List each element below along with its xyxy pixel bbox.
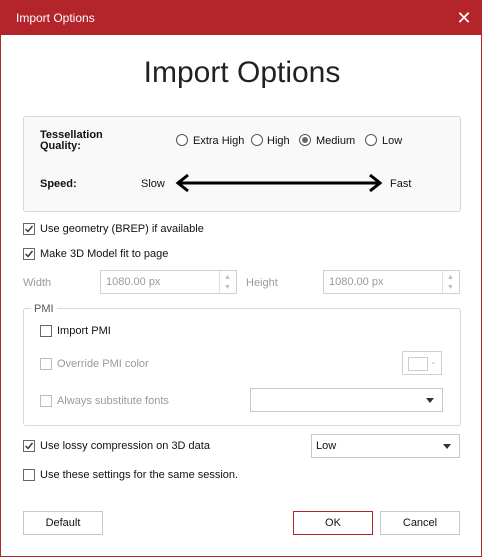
substitute-fonts-checkbox[interactable] xyxy=(40,395,52,407)
use-brep-checkbox[interactable] xyxy=(23,223,35,235)
substitute-fonts-label[interactable]: Always substitute fonts xyxy=(57,395,169,407)
radio-extra-high-label[interactable]: Extra High xyxy=(193,135,244,147)
radio-low[interactable] xyxy=(365,134,377,146)
override-pmi-label[interactable]: Override PMI color xyxy=(57,358,149,370)
radio-high[interactable] xyxy=(251,134,263,146)
width-input[interactable]: 1080.00 px ▲ ▼ xyxy=(100,270,237,294)
width-label: Width xyxy=(23,277,52,289)
height-stepper[interactable]: ▲ ▼ xyxy=(442,271,459,293)
width-value: 1080.00 px xyxy=(106,276,161,288)
radio-extra-high[interactable] xyxy=(176,134,188,146)
compression-value: Low xyxy=(316,440,337,452)
radio-medium[interactable] xyxy=(299,134,311,146)
cancel-button[interactable]: Cancel xyxy=(380,511,460,535)
radio-high-label[interactable]: High xyxy=(267,135,290,147)
radio-medium-label[interactable]: Medium xyxy=(316,135,355,147)
tessellation-label: Tessellation Quality: xyxy=(40,129,103,152)
quality-panel: Tessellation Quality: Extra High High Me… xyxy=(23,116,461,212)
caret-down-icon xyxy=(426,398,434,403)
pmi-legend: PMI xyxy=(31,303,57,315)
import-pmi-label[interactable]: Import PMI xyxy=(57,325,111,337)
session-label[interactable]: Use these settings for the same session. xyxy=(40,469,238,481)
use-brep-label[interactable]: Use geometry (BREP) if available xyxy=(40,223,204,235)
import-pmi-checkbox[interactable] xyxy=(40,325,52,337)
compression-select[interactable]: Low xyxy=(311,434,460,458)
radio-low-label[interactable]: Low xyxy=(382,135,402,147)
speed-slow-label: Slow xyxy=(141,178,165,190)
session-checkbox[interactable] xyxy=(23,469,35,481)
close-icon[interactable]: ✕ xyxy=(447,1,481,35)
chevron-down-icon: ⌄ xyxy=(429,356,437,366)
color-swatch xyxy=(408,357,428,371)
height-value: 1080.00 px xyxy=(329,276,384,288)
window-title: Import Options xyxy=(16,11,95,25)
height-input[interactable]: 1080.00 px ▲ ▼ xyxy=(323,270,460,294)
import-options-dialog: Import Options ✕ Import Options Tessella… xyxy=(0,0,482,557)
width-stepper[interactable]: ▲ ▼ xyxy=(219,271,236,293)
page-title: Import Options xyxy=(143,56,341,89)
pmi-color-picker[interactable]: ⌄ xyxy=(402,351,442,375)
speed-double-arrow-icon xyxy=(175,173,383,193)
fit-page-label[interactable]: Make 3D Model fit to page xyxy=(40,248,168,260)
lossy-compression-label[interactable]: Use lossy compression on 3D data xyxy=(40,440,210,452)
speed-fast-label: Fast xyxy=(390,178,412,190)
height-label: Height xyxy=(246,277,278,289)
speed-label: Speed: xyxy=(40,178,77,190)
override-pmi-checkbox[interactable] xyxy=(40,358,52,370)
title-bar: Import Options ✕ xyxy=(1,1,481,35)
caret-down-icon xyxy=(443,444,451,449)
lossy-compression-checkbox[interactable] xyxy=(23,440,35,452)
fit-page-checkbox[interactable] xyxy=(23,248,35,260)
ok-button[interactable]: OK xyxy=(293,511,373,535)
default-button[interactable]: Default xyxy=(23,511,103,535)
font-select[interactable] xyxy=(250,388,443,412)
